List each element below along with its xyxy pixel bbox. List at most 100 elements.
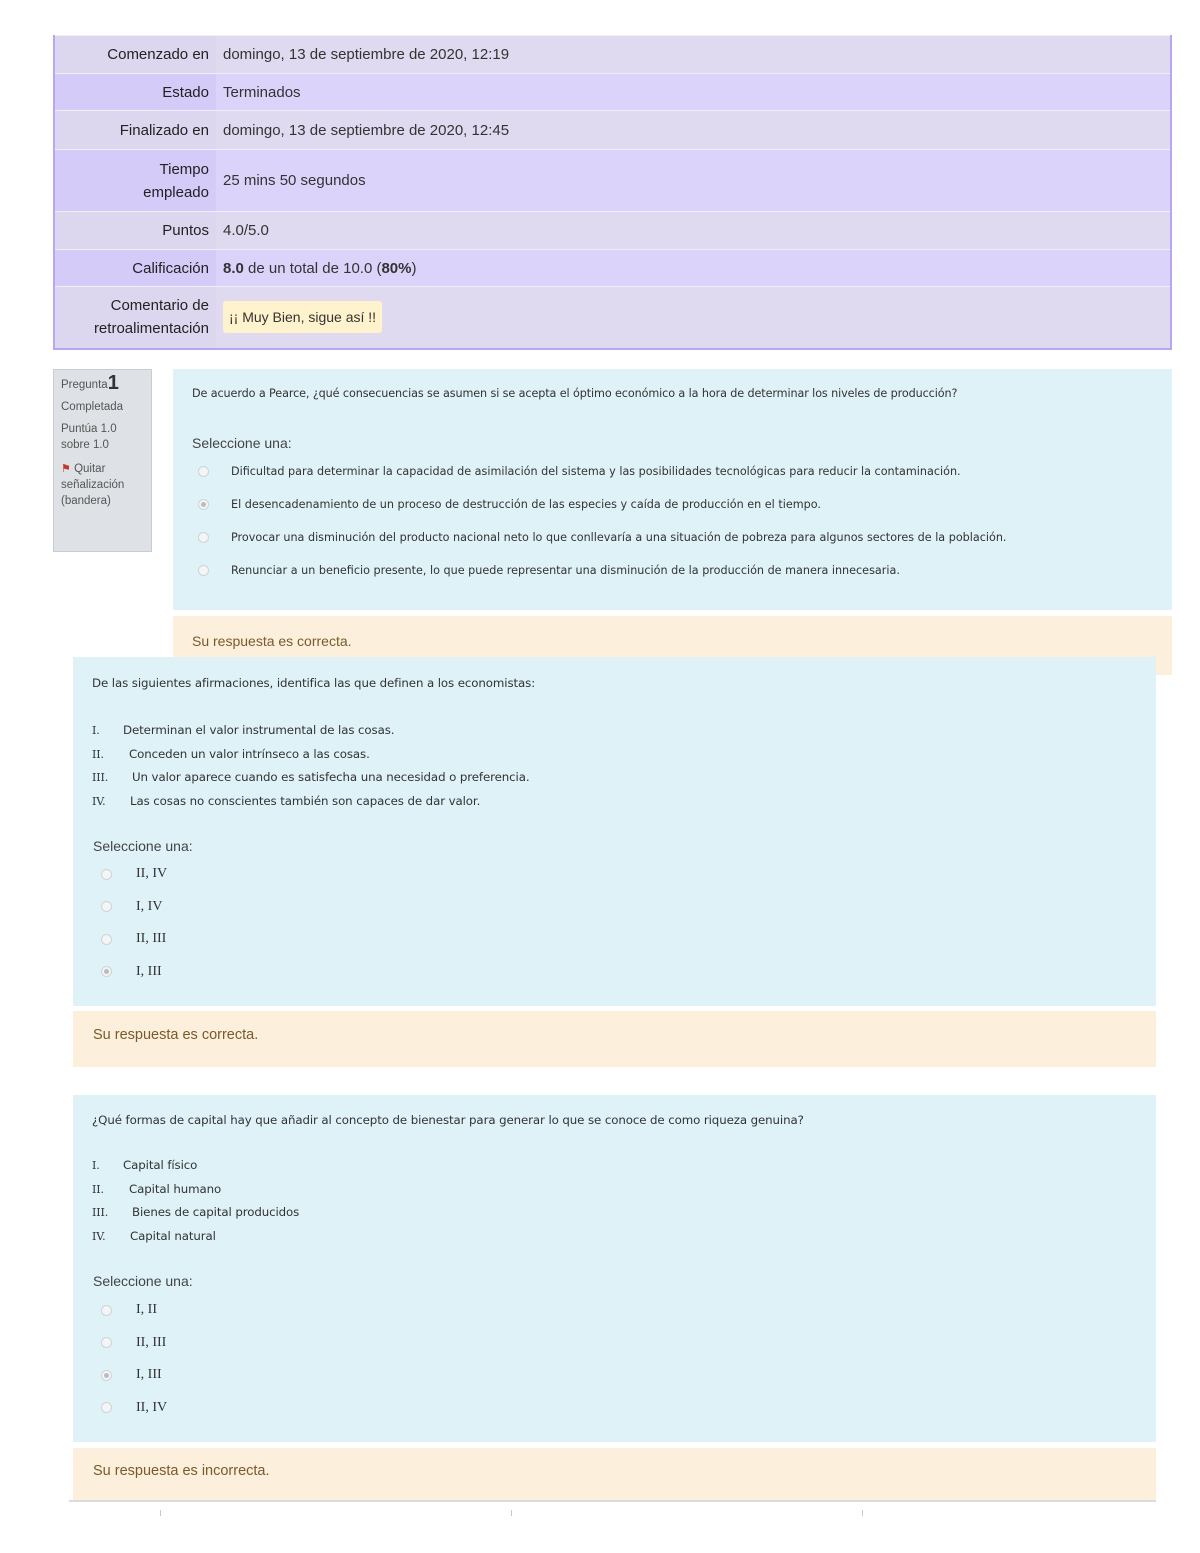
statement-numeral: IV. [92,1229,106,1243]
question-state: Completada [61,401,124,413]
summary-row-points: Puntos 4.0/5.0 [54,211,1171,250]
summary-label: Estado [54,73,216,111]
grade-percent: 80% [381,259,412,277]
summary-value: 25 mins 50 segundos [216,149,1171,212]
answer-option[interactable]: II, III [101,923,167,956]
answer-option[interactable]: I, III [101,1359,167,1392]
question-text: De las siguientes afirmaciones, identifi… [92,676,536,690]
statement-item: III. Bienes de capital producidos [92,1201,299,1225]
statement-numeral: II. [92,1182,104,1196]
grade-end: ) [411,259,417,277]
footer-tick [160,1510,161,1516]
answer-option[interactable]: I, III [101,956,167,989]
question-2-outcome: Su respuesta es correcta. [73,1011,1156,1067]
statement-item: III. Un valor aparece cuando es satisfech… [92,766,530,790]
question-grade: Puntúa 1.0 sobre 1.0 [61,423,117,451]
radio-button[interactable] [198,565,209,576]
statement-text: Conceden un valor intrínseco a las cosas… [129,746,370,761]
option-label: II, IV [136,866,168,882]
radio-button[interactable] [198,532,209,543]
option-label: II, III [136,931,167,947]
grade-mid: de un total de 10.0 ( [243,259,382,277]
flag-icon: ⚑ [61,463,71,475]
summary-value: 4.0/5.0 [216,211,1171,250]
statement-text: Capital físico [123,1158,198,1172]
flag-toggle-button[interactable]: ⚑ Quitar señalización (bandera) [61,461,144,509]
radio-button[interactable] [101,1337,112,1349]
question-3-outcome: Su respuesta es incorrecta. [73,1448,1156,1500]
radio-button-checked[interactable] [101,1369,112,1381]
answer-option[interactable]: II, IV [101,1392,167,1425]
option-label: Provocar una disminución del producto na… [231,531,1007,544]
option-label: II, III [136,1334,167,1350]
statement-text: Capital humano [129,1181,222,1196]
select-prompt: Seleccione una: [93,1273,193,1289]
statement-item: I. Determinan el valor instrumental de la… [92,719,529,743]
option-label: I, III [136,1367,162,1383]
answer-option[interactable]: II, III [101,1327,167,1360]
question-1-info: Pregunta1 Completada Puntúa 1.0 sobre 1.… [53,369,152,552]
option-label: I, II [136,1302,157,1318]
statement-text: Un valor aparece cuando es satisfecha un… [132,770,530,784]
radio-button[interactable] [101,868,112,880]
statement-numeral: I. [92,724,100,737]
summary-label: Comenzado en [54,35,216,74]
statement-numeral: I. [92,1159,100,1172]
option-label: El desencadenamiento de un proceso de de… [231,498,821,511]
summary-label: Finalizado en [54,110,216,150]
select-prompt: Seleccione una: [93,838,193,854]
summary-value: domingo, 13 de septiembre de 2020, 12:19 [216,35,1171,74]
question-text: De acuerdo a Pearce, ¿qué consecuencias … [192,387,958,400]
radio-button[interactable] [101,1304,112,1316]
statement-item: II. Conceden un valor intrínseco a las co… [92,743,529,767]
summary-value: domingo, 13 de septiembre de 2020, 12:45 [216,110,1171,150]
summary-value: ¡¡ Muy Bien, sigue así !! [216,286,1171,349]
statement-text: Capital natural [130,1228,216,1243]
radio-button-checked[interactable] [101,966,112,978]
summary-label-text: Tiempo empleado [143,160,209,201]
summary-row-feedback: Comentario de retroalimentación ¡¡ Muy B… [54,286,1171,349]
answer-option[interactable]: El desencadenamiento de un proceso de de… [198,488,1006,521]
summary-label: Puntos [54,211,216,250]
question-number: Pregunta1 [61,373,144,393]
outcome-text: Su respuesta es correcta. [192,633,352,649]
footer-tick [511,1510,512,1516]
radio-button[interactable] [198,466,209,477]
summary-row-finished: Finalizado en domingo, 13 de septiembre … [54,110,1171,150]
option-label: Dificultad para determinar la capacidad … [231,465,961,478]
option-label: I, III [136,963,162,979]
question-2-formulation: De las siguientes afirmaciones, identifi… [73,657,1156,1006]
radio-button[interactable] [101,933,112,945]
outcome-text: Su respuesta es correcta. [93,1027,259,1043]
statement-item: I. Capital físico [92,1154,299,1178]
answer-option[interactable]: Renunciar a un beneficio presente, lo qu… [198,554,1006,587]
answer-option[interactable]: I, II [101,1294,167,1327]
statement-numeral: III. [92,1206,109,1219]
attempt-summary-table: Comenzado en domingo, 13 de septiembre d… [53,35,1172,350]
radio-button-checked[interactable] [198,499,209,510]
statement-text: Bienes de capital producidos [132,1205,300,1219]
statement-list: I. Capital físico II. Capital humano III. B… [92,1154,299,1248]
flag-label: Quitar señalización (bandera) [61,463,125,507]
answer-options: II, IV I, IV II, III I, III [101,858,167,988]
statement-item: IV. Capital natural [92,1225,299,1249]
answer-option[interactable]: Dificultad para determinar la capacidad … [198,455,1006,488]
radio-button[interactable] [101,901,112,913]
answer-option[interactable]: Provocar una disminución del producto na… [198,521,1006,554]
summary-row-grade: Calificación 8.0 de un total de 10.0 (80… [54,249,1171,287]
outcome-text: Su respuesta es incorrecta. [93,1463,270,1479]
answer-option[interactable]: II, IV [101,858,167,891]
radio-button[interactable] [101,1402,112,1414]
summary-value: Terminados [216,73,1171,111]
option-label: Renunciar a un beneficio presente, lo qu… [231,564,900,577]
question-text: ¿Qué formas de capital hay que añadir al… [92,1113,804,1127]
answer-options: I, II II, III I, III II, IV [101,1294,167,1424]
statement-item: II. Capital humano [92,1178,299,1202]
question-label: Pregunta [61,379,108,391]
summary-label: Calificación [54,249,216,287]
answer-option[interactable]: I, IV [101,891,167,924]
answer-options: Dificultad para determinar la capacidad … [198,455,1006,587]
summary-row-state: Estado Terminados [54,73,1171,111]
footer-tick [862,1510,863,1516]
summary-row-time-taken: Tiempo empleado 25 mins 50 segundos [54,149,1171,212]
